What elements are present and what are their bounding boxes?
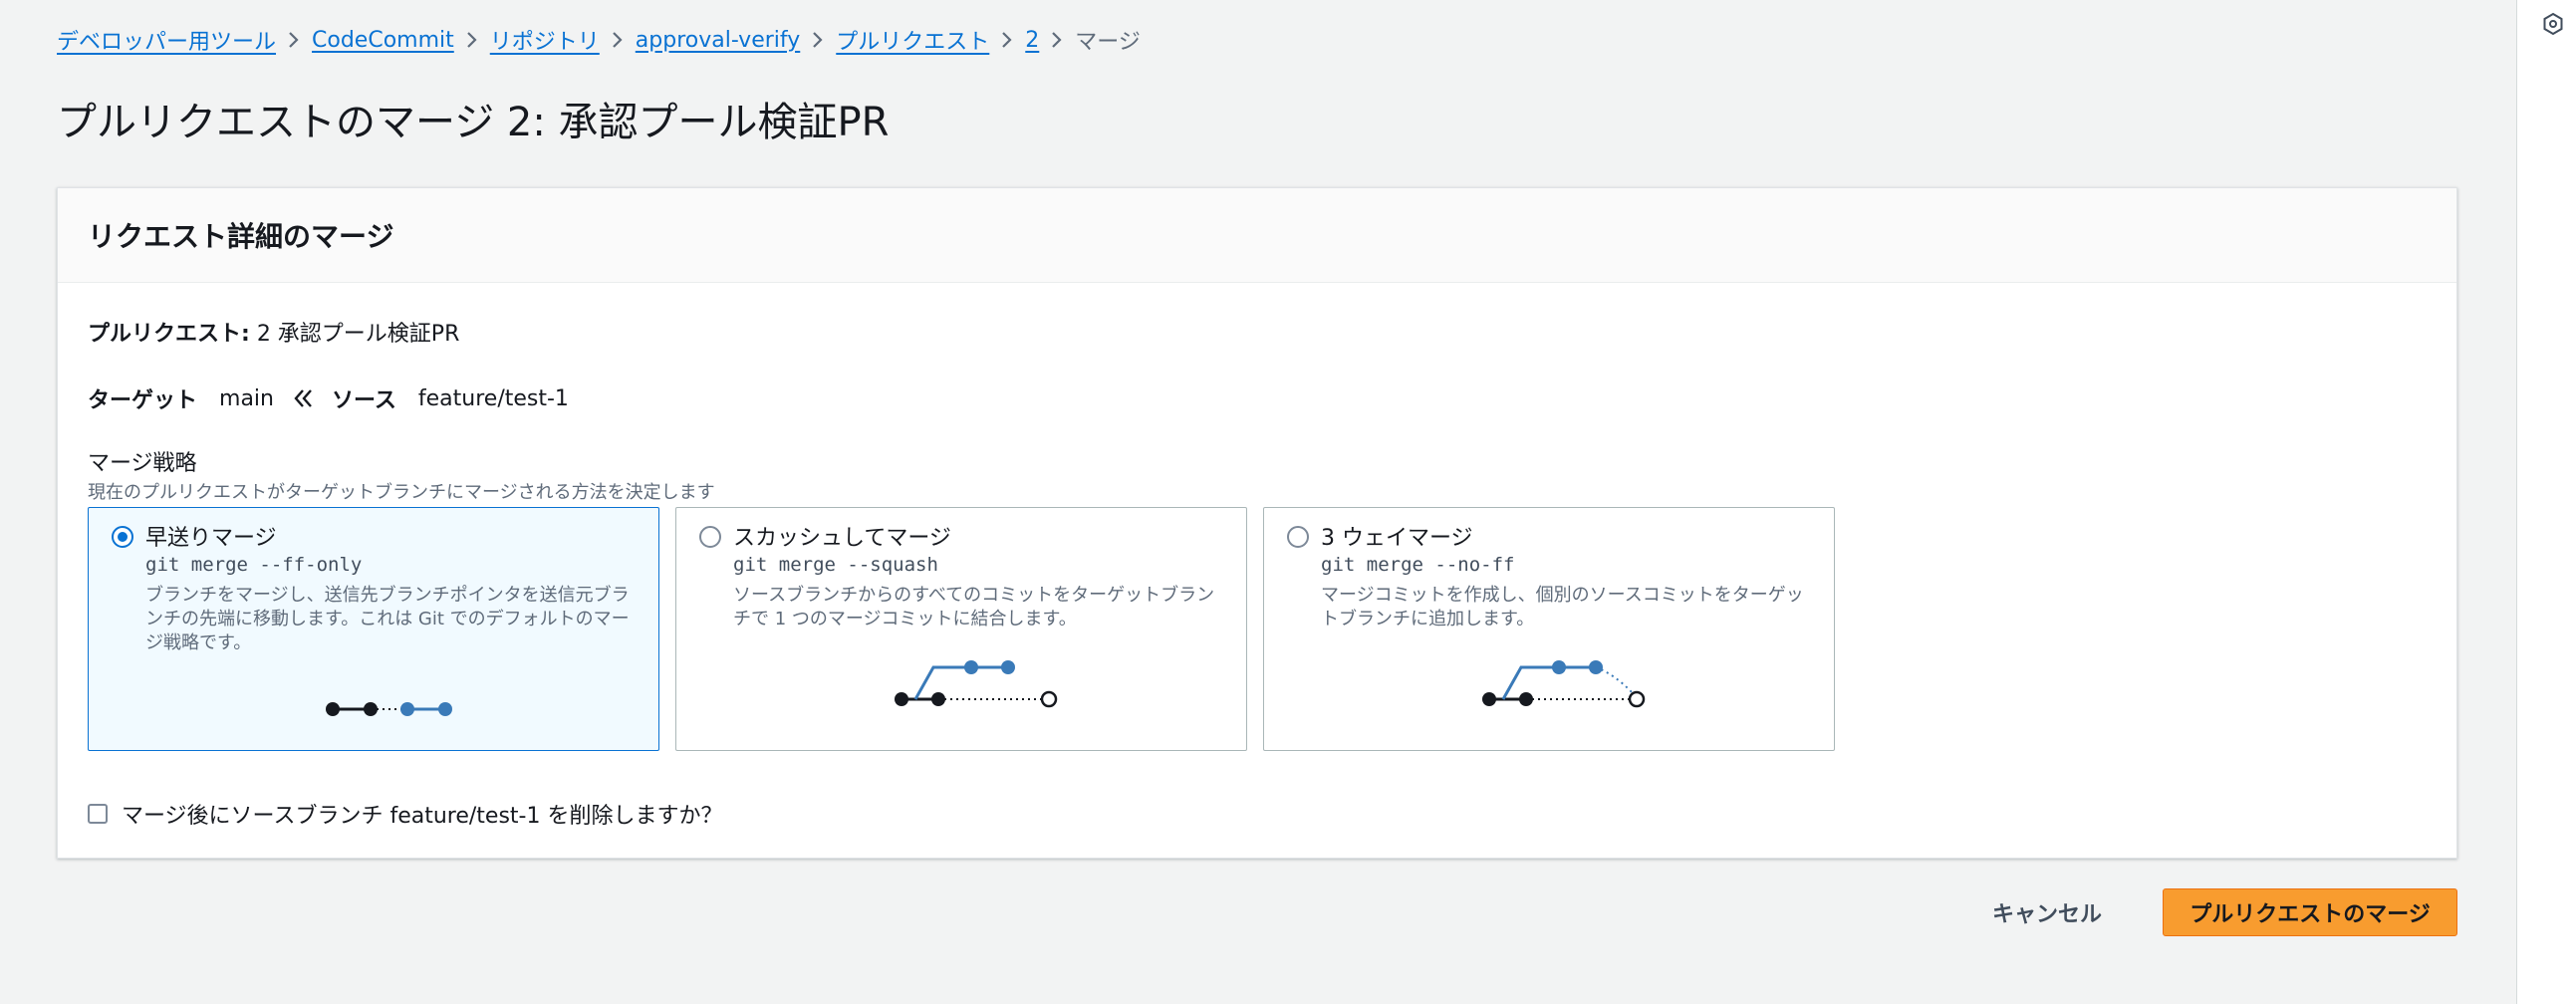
fast-forward-graph-icon xyxy=(326,702,452,716)
cancel-button[interactable]: キャンセル xyxy=(1972,888,2122,936)
delete-branch-label: マージ後にソースブランチ feature/test-1 を削除しますか？ xyxy=(122,804,723,829)
radio-fast-forward[interactable] xyxy=(112,526,133,548)
strategy-command: git merge --no-ff xyxy=(1321,554,1515,576)
source-value: feature/test-1 xyxy=(417,385,569,411)
chevron-right-icon xyxy=(989,29,1025,51)
radio-squash[interactable] xyxy=(699,526,721,548)
chevron-right-icon xyxy=(800,29,836,51)
strategy-command: git merge --squash xyxy=(733,554,938,576)
merge-pull-request-button[interactable]: プルリクエストのマージ xyxy=(2163,888,2457,936)
strategy-description: マージコミットを作成し、個別のソースコミットをターゲットブランチに追加します。 xyxy=(1321,585,1804,629)
strategy-title: スカッシュしてマージ xyxy=(733,526,951,551)
breadcrumb-current: マージ xyxy=(1075,30,1141,55)
merge-strategy-description: 現在のプルリクエストがターゲットブランチにマージされる方法を決定します xyxy=(88,482,715,503)
delete-branch-checkbox[interactable] xyxy=(88,804,108,824)
double-chevron-left-icon xyxy=(292,386,316,410)
breadcrumb-developer-tools[interactable]: デベロッパー用ツール xyxy=(57,24,276,56)
panel-header: リクエスト詳細のマージ xyxy=(58,188,2456,283)
breadcrumb-pull-request-2[interactable]: 2 xyxy=(1025,28,1039,53)
pull-request-value: 2 承認プール検証PR xyxy=(256,322,460,347)
merge-strategy-label: マージ戦略 xyxy=(88,451,197,476)
target-value: main xyxy=(219,385,274,411)
breadcrumb-pull-requests[interactable]: プルリクエスト xyxy=(836,24,989,56)
pull-request-info: プルリクエスト: 2 承認プール検証PR xyxy=(88,316,459,348)
strategy-tile-three-way[interactable]: 3 ウェイマージ git merge --no-ff マージコミットを作成し、個… xyxy=(1263,507,1835,751)
breadcrumb-repository[interactable]: approval-verify xyxy=(636,28,800,53)
strategy-tile-squash[interactable]: スカッシュしてマージ git merge --squash ソースブランチからの… xyxy=(675,507,1247,751)
chevron-right-icon xyxy=(1039,29,1075,51)
target-label: ターゲット xyxy=(88,388,198,413)
page-title: プルリクエストのマージ 2: 承認プール検証PR xyxy=(57,100,890,145)
chevron-right-icon xyxy=(454,29,490,51)
panel-title: リクエスト詳細のマージ xyxy=(88,220,394,253)
chevron-right-icon xyxy=(600,29,636,51)
strategy-description: ソースブランチからのすべてのコミットをターゲットブランチで 1 つのマージコミッ… xyxy=(733,585,1215,629)
strategy-command: git merge --ff-only xyxy=(145,554,363,576)
strategy-description: ブランチをマージし、送信先ブランチポインタを送信元ブランチの先端に移動します。こ… xyxy=(145,585,630,653)
strategy-tile-fast-forward[interactable]: 早送りマージ git merge --ff-only ブランチをマージし、送信先… xyxy=(88,507,659,751)
right-side-panel xyxy=(2516,0,2576,1004)
radio-three-way[interactable] xyxy=(1287,526,1309,548)
squash-graph-icon xyxy=(895,660,1058,708)
breadcrumb: デベロッパー用ツール CodeCommit リポジトリ approval-ver… xyxy=(57,24,1141,56)
strategy-title: 3 ウェイマージ xyxy=(1321,526,1473,551)
branch-info: ターゲット main ソース feature/test-1 xyxy=(88,382,587,414)
strategy-title: 早送りマージ xyxy=(145,526,277,551)
chevron-right-icon xyxy=(276,29,312,51)
source-label: ソース xyxy=(331,388,396,413)
breadcrumb-codecommit[interactable]: CodeCommit xyxy=(312,28,454,53)
merge-details-panel: リクエスト詳細のマージ プルリクエスト: 2 承認プール検証PR ターゲット m… xyxy=(57,187,2457,859)
three-way-graph-icon xyxy=(1482,660,1646,708)
delete-branch-option[interactable]: マージ後にソースブランチ feature/test-1 を削除しますか？ xyxy=(88,798,722,830)
pull-request-label: プルリクエスト: xyxy=(88,322,250,347)
hexagon-settings-icon[interactable] xyxy=(2541,12,2565,36)
breadcrumb-repositories[interactable]: リポジトリ xyxy=(490,24,600,56)
main-content: デベロッパー用ツール CodeCommit リポジトリ approval-ver… xyxy=(0,0,2516,1004)
